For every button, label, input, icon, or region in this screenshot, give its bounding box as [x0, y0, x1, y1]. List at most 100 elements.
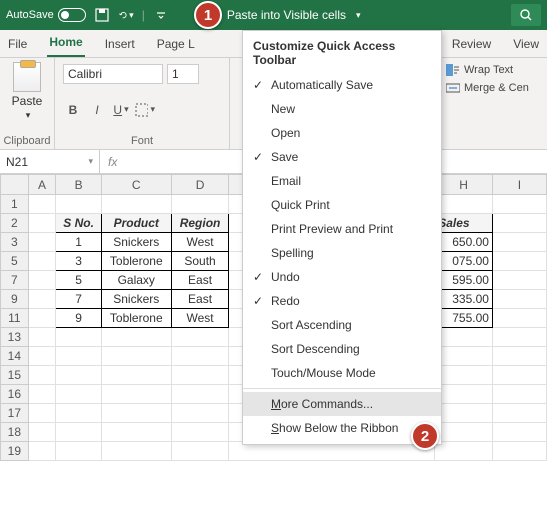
clipboard-label: Clipboard	[3, 133, 50, 147]
col-header[interactable]: H	[435, 175, 493, 195]
paste-label: Paste	[12, 94, 43, 108]
table-cell[interactable]: East	[171, 290, 229, 309]
col-header[interactable]: B	[56, 175, 102, 195]
save-icon[interactable]	[94, 7, 110, 23]
table-cell[interactable]: 9	[56, 309, 102, 328]
title-bar: AutoSave ▾ | Paste into Visible cells▾	[0, 0, 547, 30]
tab-home[interactable]: Home	[47, 31, 84, 57]
name-box[interactable]: N21 ▾	[0, 150, 100, 173]
row-header[interactable]: 9	[1, 290, 29, 309]
row-header[interactable]: 15	[1, 366, 29, 385]
col-header[interactable]: A	[28, 175, 56, 195]
qat-customize-icon[interactable]	[153, 7, 169, 23]
merge-center-button[interactable]: Merge & Cen	[446, 82, 543, 94]
table-header[interactable]: S No.	[56, 214, 102, 233]
table-cell[interactable]: 075.00	[435, 252, 493, 271]
table-cell[interactable]: South	[171, 252, 229, 271]
merge-label: Merge & Cen	[464, 82, 529, 94]
clipboard-group: Paste ▾ Clipboard	[0, 58, 55, 149]
table-cell[interactable]: 7	[56, 290, 102, 309]
menu-item-redo[interactable]: Redo	[243, 289, 441, 313]
row-header[interactable]: 11	[1, 309, 29, 328]
menu-item-save[interactable]: Save	[243, 145, 441, 169]
table-cell[interactable]: 755.00	[435, 309, 493, 328]
table-cell[interactable]: Toblerone	[101, 252, 171, 271]
font-size-select[interactable]: 1	[167, 64, 199, 84]
fx-icon[interactable]: fx	[100, 155, 125, 169]
table-cell[interactable]: Snickers	[101, 290, 171, 309]
undo-icon[interactable]: ▾	[118, 7, 134, 23]
table-cell[interactable]: 1	[56, 233, 102, 252]
table-cell[interactable]: 3	[56, 252, 102, 271]
name-box-value: N21	[6, 155, 28, 169]
table-cell[interactable]: 335.00	[435, 290, 493, 309]
italic-button[interactable]: I	[87, 100, 107, 120]
more-commands-label: ore Commands...	[281, 397, 373, 411]
row-header[interactable]: 2	[1, 214, 29, 233]
row-header[interactable]: 1	[1, 195, 29, 214]
autosave-label: AutoSave	[6, 9, 54, 21]
search-button[interactable]	[511, 4, 541, 26]
tab-file[interactable]: File	[6, 33, 29, 57]
table-header[interactable]: Region	[171, 214, 229, 233]
font-label: Font	[63, 133, 221, 147]
col-header[interactable]: D	[171, 175, 229, 195]
row-header[interactable]: 7	[1, 271, 29, 290]
table-cell[interactable]: Galaxy	[101, 271, 171, 290]
row-header[interactable]: 16	[1, 385, 29, 404]
paste-button[interactable]: Paste ▾	[12, 62, 43, 121]
menu-item-undo[interactable]: Undo	[243, 265, 441, 289]
wrap-text-button[interactable]: Wrap Text	[446, 64, 543, 76]
col-header[interactable]: C	[101, 175, 171, 195]
col-header[interactable]: I	[492, 175, 546, 195]
row-header[interactable]: 3	[1, 233, 29, 252]
table-cell[interactable]: West	[171, 309, 229, 328]
table-header[interactable]: Sales	[435, 214, 493, 233]
menu-item-new[interactable]: New	[243, 97, 441, 121]
menu-item-sort-asc[interactable]: Sort Ascending	[243, 313, 441, 337]
tab-review[interactable]: Review	[450, 33, 493, 57]
show-below-label: how Below the Ribbon	[279, 421, 398, 435]
row-header[interactable]: 17	[1, 404, 29, 423]
table-cell[interactable]: Toblerone	[101, 309, 171, 328]
menu-item-sort-desc[interactable]: Sort Descending	[243, 337, 441, 361]
row-header[interactable]: 14	[1, 347, 29, 366]
autosave-toggle[interactable]: AutoSave	[6, 8, 86, 22]
toggle-off-icon[interactable]	[58, 8, 86, 22]
wrap-label: Wrap Text	[464, 64, 513, 76]
tab-view[interactable]: View	[511, 33, 541, 57]
table-header[interactable]: Product	[101, 214, 171, 233]
menu-item-quick-print[interactable]: Quick Print	[243, 193, 441, 217]
table-cell[interactable]: East	[171, 271, 229, 290]
table-cell[interactable]: Snickers	[101, 233, 171, 252]
document-title[interactable]: Paste into Visible cells	[227, 8, 346, 22]
font-group: Calibri 1 B I U▾ ▾ Font	[55, 58, 230, 149]
table-cell[interactable]: West	[171, 233, 229, 252]
menu-item-more-commands[interactable]: More Commands...	[243, 392, 441, 416]
menu-item-touch-mouse[interactable]: Touch/Mouse Mode	[243, 361, 441, 385]
tab-insert[interactable]: Insert	[103, 33, 137, 57]
table-cell[interactable]: 595.00	[435, 271, 493, 290]
table-cell[interactable]: 5	[56, 271, 102, 290]
alignment-extras: Wrap Text Merge & Cen	[442, 58, 547, 149]
font-name-select[interactable]: Calibri	[63, 64, 163, 84]
menu-item-autosave[interactable]: Automatically Save	[243, 73, 441, 97]
annotation-callout-1: 1	[194, 1, 222, 29]
menu-item-open[interactable]: Open	[243, 121, 441, 145]
tab-page-layout[interactable]: Page L	[155, 33, 197, 57]
menu-item-email[interactable]: Email	[243, 169, 441, 193]
table-cell[interactable]: 650.00	[435, 233, 493, 252]
underline-button[interactable]: U▾	[111, 100, 131, 120]
border-button[interactable]: ▾	[135, 100, 155, 120]
row-header[interactable]: 19	[1, 442, 29, 461]
paste-icon	[13, 62, 41, 92]
row-header[interactable]: 18	[1, 423, 29, 442]
annotation-callout-2: 2	[411, 422, 439, 450]
row-header[interactable]: 5	[1, 252, 29, 271]
menu-item-spelling[interactable]: Spelling	[243, 241, 441, 265]
qat-customize-menu: Customize Quick Access Toolbar Automatic…	[242, 30, 442, 445]
bold-button[interactable]: B	[63, 100, 83, 120]
select-all-corner[interactable]	[1, 175, 29, 195]
row-header[interactable]: 13	[1, 328, 29, 347]
menu-item-print-preview[interactable]: Print Preview and Print	[243, 217, 441, 241]
